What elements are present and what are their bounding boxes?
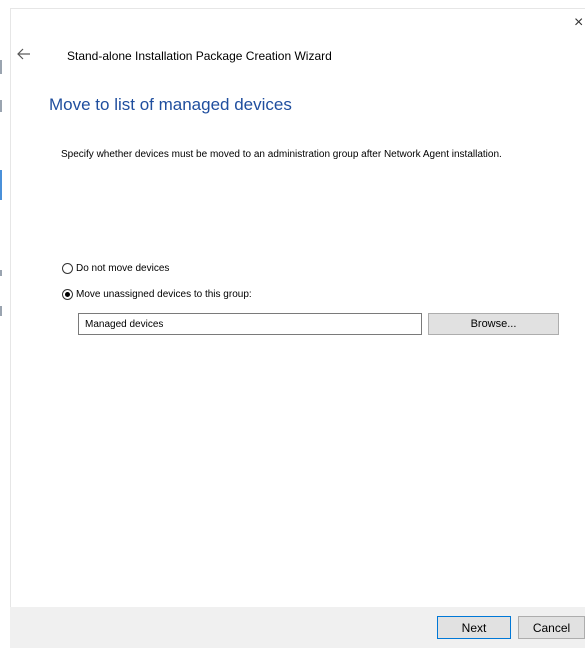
background-window-edge — [0, 270, 2, 276]
background-window-edge — [0, 170, 2, 200]
wizard-footer: Next Cancel — [10, 607, 585, 648]
background-window-edge — [0, 306, 2, 316]
radio-do-not-move[interactable]: Do not move devices — [62, 263, 169, 274]
page-description: Specify whether devices must be moved to… — [61, 149, 502, 160]
radio-do-not-move-label: Do not move devices — [76, 263, 170, 274]
back-button[interactable] — [14, 44, 36, 64]
radio-move-unassigned-label: Move unassigned devices to this group: — [76, 289, 252, 300]
close-button[interactable]: × — [574, 15, 583, 31]
next-button[interactable]: Next — [437, 616, 511, 639]
radio-button-checked[interactable] — [62, 289, 73, 300]
cancel-button[interactable]: Cancel — [518, 616, 585, 639]
arrow-left-icon — [17, 48, 30, 60]
radio-move-unassigned[interactable]: Move unassigned devices to this group: — [62, 289, 252, 300]
page-heading: Move to list of managed devices — [49, 95, 292, 114]
background-window-edge — [0, 60, 2, 74]
wizard-title: Stand-alone Installation Package Creatio… — [67, 49, 332, 63]
radio-button-unchecked[interactable] — [62, 263, 73, 274]
target-group-input[interactable] — [78, 313, 422, 335]
background-window-edge — [0, 100, 2, 112]
browse-button[interactable]: Browse... — [428, 313, 559, 335]
